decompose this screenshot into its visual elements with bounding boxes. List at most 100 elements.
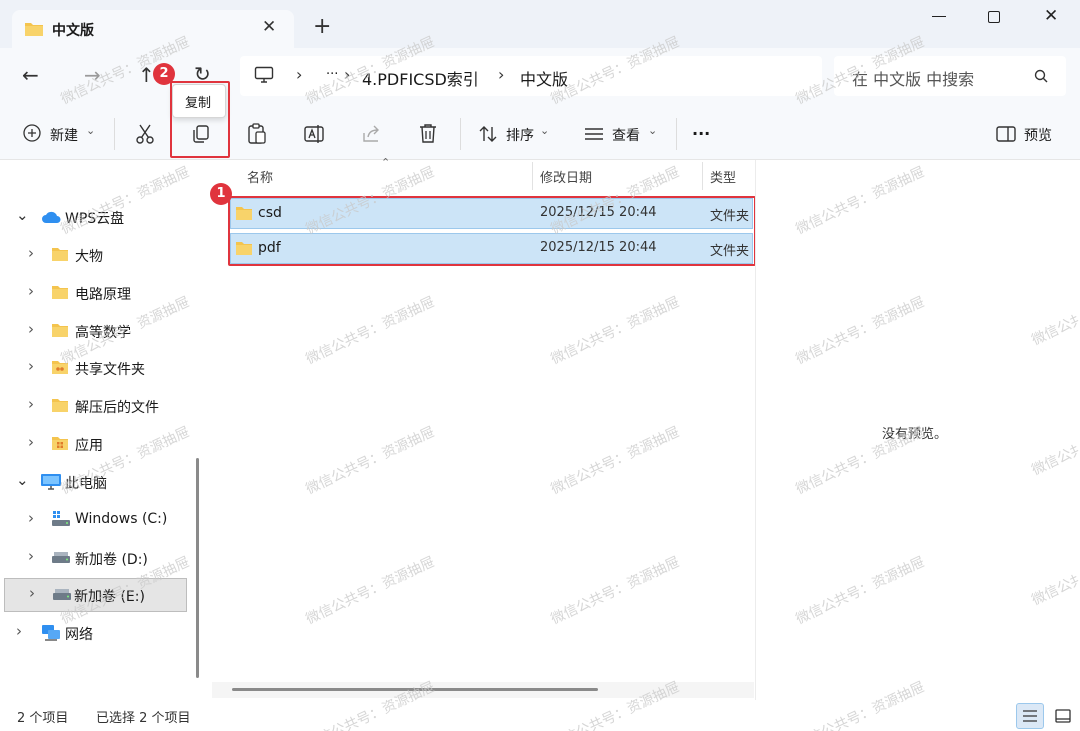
preview-pane: 没有预览。 bbox=[755, 160, 1080, 700]
sidebar-item-shared[interactable]: › 共享文件夹 bbox=[4, 351, 190, 385]
annotation-box-copy bbox=[170, 81, 230, 158]
separator bbox=[460, 118, 461, 150]
column-divider[interactable] bbox=[532, 162, 533, 190]
sidebar-item-wps-cloud[interactable]: ⌄ WPS云盘 bbox=[4, 200, 190, 234]
separator bbox=[676, 118, 677, 150]
chevron-right-icon[interactable]: › bbox=[29, 584, 35, 602]
column-divider[interactable] bbox=[702, 162, 703, 190]
delete-icon[interactable] bbox=[417, 122, 439, 144]
sidebar-item-extracted[interactable]: › 解压后的文件 bbox=[4, 389, 190, 423]
cloud-icon bbox=[40, 209, 62, 225]
cut-icon[interactable] bbox=[134, 123, 156, 145]
sidebar-item-network[interactable]: › 网络 bbox=[4, 616, 190, 650]
chevron-right-icon[interactable]: › bbox=[28, 282, 34, 300]
sidebar-item-label: 高等数学 bbox=[75, 325, 131, 341]
chevron-down-icon[interactable]: ⌄ bbox=[16, 471, 29, 489]
chevron-down-icon: ⌄ bbox=[86, 124, 96, 137]
annotation-box-files bbox=[228, 196, 756, 266]
chevron-right-icon[interactable]: › bbox=[28, 320, 34, 338]
column-header-type[interactable]: 类型 bbox=[710, 167, 736, 186]
sidebar-item-apps[interactable]: › 应用 bbox=[4, 427, 190, 461]
chevron-right-icon[interactable]: › bbox=[28, 395, 34, 413]
chevron-right-icon[interactable]: › bbox=[28, 357, 34, 375]
preview-pane-icon bbox=[996, 126, 1016, 142]
view-list-icon bbox=[584, 126, 604, 142]
search-box[interactable]: 在 中文版 中搜索 bbox=[834, 56, 1066, 96]
horizontal-scrollbar[interactable] bbox=[212, 682, 754, 698]
chevron-right-icon[interactable]: › bbox=[28, 509, 34, 527]
chevron-down-icon[interactable]: ⌄ bbox=[16, 206, 29, 224]
column-header-name[interactable]: 名称 bbox=[247, 167, 273, 186]
forward-button[interactable]: → bbox=[84, 63, 101, 87]
chevron-right-icon[interactable]: › bbox=[28, 244, 34, 262]
shared-folder-icon bbox=[51, 360, 69, 375]
new-tab-button[interactable]: + bbox=[313, 14, 331, 39]
sidebar-item-label: 应用 bbox=[75, 438, 103, 454]
details-view-button[interactable] bbox=[1016, 703, 1044, 729]
sidebar-item-label: 电路原理 bbox=[75, 287, 131, 303]
computer-icon bbox=[40, 473, 62, 491]
scrollbar-thumb[interactable] bbox=[232, 688, 598, 691]
sidebar-item-label: 大物 bbox=[75, 249, 103, 265]
drive-icon bbox=[51, 549, 71, 565]
drive-icon bbox=[52, 586, 72, 602]
sidebar-item-drive-d[interactable]: › 新加卷 (D:) bbox=[4, 541, 190, 575]
sidebar-item-circuit[interactable]: › 电路原理 bbox=[4, 276, 190, 310]
sidebar-item-label: 解压后的文件 bbox=[75, 400, 159, 416]
breadcrumb-item[interactable]: 中文版 bbox=[520, 66, 568, 90]
folder-icon bbox=[24, 21, 44, 37]
preview-pane-button[interactable]: 预览 bbox=[994, 120, 1064, 148]
drive-icon bbox=[51, 511, 71, 527]
breadcrumb-ellipsis[interactable]: ··· bbox=[326, 67, 338, 82]
view-button[interactable]: 查看 ⌄ bbox=[582, 120, 664, 148]
chevron-right-icon[interactable]: › bbox=[28, 433, 34, 451]
rename-icon[interactable] bbox=[303, 123, 325, 145]
back-button[interactable]: ← bbox=[22, 63, 39, 87]
tab-active[interactable]: 中文版 ✕ bbox=[12, 10, 294, 48]
folder-icon bbox=[51, 247, 69, 262]
separator bbox=[114, 118, 115, 150]
monitor-icon bbox=[254, 66, 274, 84]
network-icon bbox=[40, 624, 62, 642]
sort-ascending-icon: ⌃ bbox=[381, 156, 391, 169]
maximize-button[interactable] bbox=[988, 11, 1000, 23]
sidebar-scrollbar[interactable] bbox=[196, 458, 199, 678]
breadcrumb-item[interactable]: 4.PDFICSD索引 bbox=[362, 66, 479, 90]
sort-icon bbox=[478, 124, 498, 144]
minimize-button[interactable] bbox=[932, 16, 946, 17]
chevron-right-icon: › bbox=[344, 65, 351, 84]
paste-icon[interactable] bbox=[246, 122, 268, 146]
annotation-badge-1: 1 bbox=[210, 183, 232, 205]
chevron-right-icon: › bbox=[498, 65, 505, 84]
new-button[interactable]: 新建 ⌄ bbox=[20, 120, 100, 148]
share-icon[interactable] bbox=[360, 124, 382, 144]
folder-icon bbox=[51, 323, 69, 338]
preview-label: 预览 bbox=[1024, 128, 1052, 144]
status-selected-count: 已选择 2 个项目 bbox=[96, 711, 191, 726]
sidebar-item-drive-e[interactable]: › 新加卷 (E:) bbox=[4, 578, 187, 612]
folder-icon bbox=[51, 285, 69, 300]
search-icon[interactable] bbox=[1034, 69, 1048, 83]
sidebar-item-dawu[interactable]: › 大物 bbox=[4, 238, 190, 272]
sidebar-item-label: 共享文件夹 bbox=[75, 362, 145, 378]
sidebar-item-label: 新加卷 (E:) bbox=[74, 589, 145, 605]
sidebar-item-label: 此电脑 bbox=[65, 476, 107, 492]
chevron-right-icon[interactable]: › bbox=[16, 622, 22, 640]
more-options-button[interactable]: ··· bbox=[692, 124, 710, 143]
search-input[interactable]: 在 中文版 中搜索 bbox=[852, 66, 974, 90]
column-header-date[interactable]: 修改日期 bbox=[540, 167, 592, 186]
sidebar-item-math[interactable]: › 高等数学 bbox=[4, 314, 190, 348]
sidebar-item-label: Windows (C:) bbox=[75, 511, 168, 527]
chevron-right-icon[interactable]: › bbox=[28, 547, 34, 565]
sort-label: 排序 bbox=[506, 128, 534, 144]
chevron-down-icon: ⌄ bbox=[540, 124, 550, 137]
tab-close-icon[interactable]: ✕ bbox=[262, 17, 276, 37]
sidebar-item-drive-c[interactable]: › Windows (C:) bbox=[4, 503, 190, 537]
address-bar[interactable]: › ··· › 4.PDFICSD索引 › 中文版 bbox=[240, 56, 822, 96]
close-window-button[interactable]: ✕ bbox=[1044, 6, 1058, 26]
sort-button[interactable]: 排序 ⌄ bbox=[476, 120, 558, 148]
chevron-down-icon: ⌄ bbox=[648, 124, 658, 137]
large-icons-view-button[interactable] bbox=[1050, 703, 1076, 729]
sidebar-item-this-pc[interactable]: ⌄ 此电脑 bbox=[4, 465, 190, 499]
plus-circle-icon bbox=[22, 123, 42, 143]
